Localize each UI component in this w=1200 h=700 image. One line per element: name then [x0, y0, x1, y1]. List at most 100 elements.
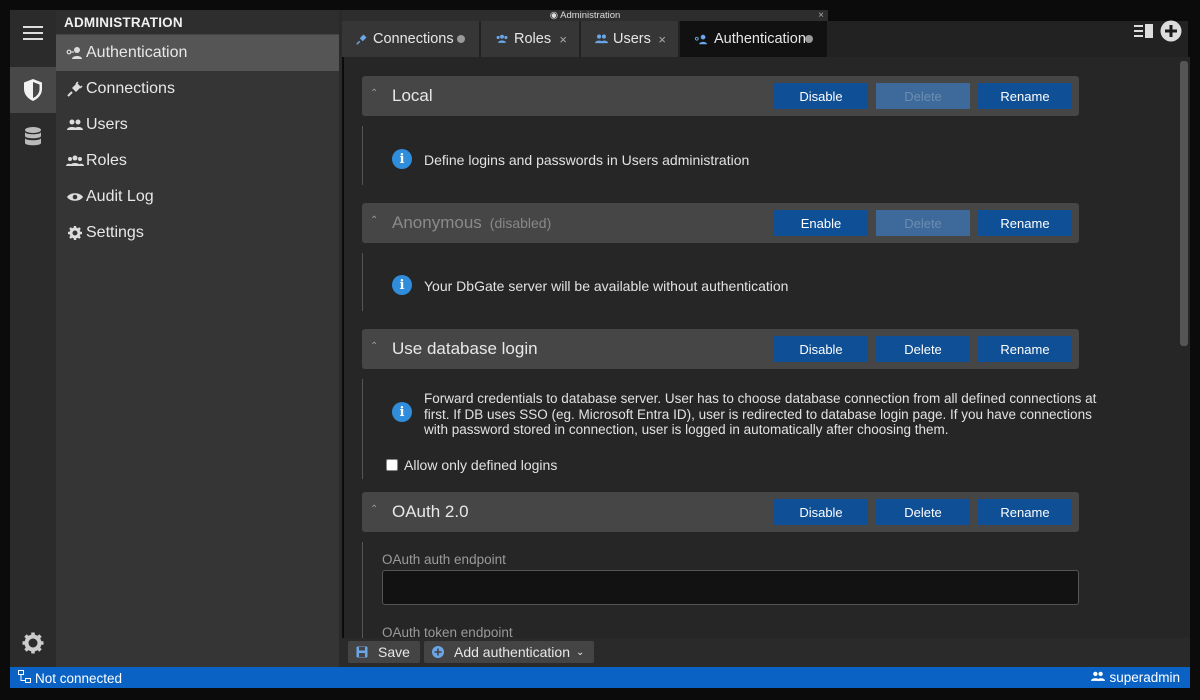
sidebar-item-label: Roles [86, 152, 127, 169]
eye-icon [66, 192, 84, 202]
tab-roles[interactable]: Roles × [481, 21, 580, 57]
section-name: Use database login [392, 339, 538, 358]
collapse-chevron-icon[interactable]: ⌃ [370, 215, 378, 226]
sidebar-item-label: Authentication [86, 44, 188, 61]
sidebar-item-users[interactable]: Users [56, 107, 339, 143]
rename-button[interactable]: Rename [978, 499, 1072, 525]
sidebar-item-label: Connections [86, 80, 175, 97]
tab-label: Roles [514, 31, 552, 47]
menu-icon[interactable] [10, 10, 56, 56]
section-oauth-body [362, 542, 363, 638]
connection-status[interactable]: Not connected [18, 670, 122, 686]
shield-icon[interactable] [10, 67, 56, 113]
section-dblogin-header[interactable]: ⌃ Use database login Disable Delete Rena… [362, 329, 1079, 369]
delete-button[interactable]: Delete [876, 499, 970, 525]
collapse-chevron-icon[interactable]: ⌃ [370, 504, 378, 515]
add-authentication-label: Add authentication [454, 644, 570, 660]
info-icon: i [392, 149, 412, 169]
tab-group-label: Administration [560, 10, 621, 21]
authentication-panel: ⌃ Local Disable Delete Rename i Define l… [344, 57, 1190, 638]
section-name: Anonymous (disabled) [392, 213, 551, 233]
info-text: Forward credentials to database server. … [424, 391, 1096, 438]
users-icon [66, 119, 84, 131]
database-icon[interactable] [10, 114, 56, 160]
close-icon[interactable]: × [559, 32, 567, 47]
allow-defined-logins-checkbox[interactable]: Allow only defined logins [386, 457, 557, 473]
close-icon[interactable]: × [818, 10, 824, 21]
tab-users[interactable]: Users × [581, 21, 679, 57]
add-authentication-button[interactable]: Add authentication ⌄ [424, 641, 595, 663]
section-name: Local [392, 86, 433, 105]
rename-button[interactable]: Rename [978, 336, 1072, 362]
current-user-name: superadmin [1109, 670, 1180, 685]
users-icon [595, 34, 608, 44]
info-text: Define logins and passwords in Users adm… [424, 152, 750, 168]
disable-button[interactable]: Disable [774, 499, 868, 525]
info-line: with password stored in connection, user… [424, 422, 949, 437]
sidebar-item-roles[interactable]: Roles [56, 143, 339, 179]
sidebar-item-audit-log[interactable]: Audit Log [56, 179, 339, 215]
save-button[interactable]: Save [348, 641, 420, 663]
delete-button: Delete [876, 210, 970, 236]
save-label: Save [378, 644, 410, 660]
info-text: Your DbGate server will be available wit… [424, 278, 789, 294]
plug-icon [66, 81, 84, 97]
oauth-auth-endpoint-label: OAuth auth endpoint [382, 552, 506, 567]
sidebar-item-label: Settings [86, 224, 144, 241]
sidebar-item-authentication[interactable]: Authentication [56, 35, 339, 71]
bottom-toolbar: Save Add authentication ⌄ [342, 638, 1190, 667]
unsaved-dot-icon [457, 35, 465, 43]
delete-button[interactable]: Delete [876, 336, 970, 362]
dblogin-info: i Forward credentials to database server… [392, 391, 1096, 438]
tab-bar: Connections Roles × Users × Authenticati… [342, 21, 1188, 57]
user-key-icon [694, 34, 709, 45]
top-right-toolbar [1134, 20, 1182, 45]
users-icon [1091, 670, 1106, 685]
network-icon [18, 670, 31, 686]
gear-icon [66, 226, 84, 240]
section-name-text: Anonymous [392, 213, 482, 232]
roles-icon [495, 34, 509, 44]
sidebar: ADMINISTRATION Authentication Connection… [56, 10, 342, 667]
tab-connections[interactable]: Connections [342, 21, 480, 57]
tab-authentication[interactable]: Authentication [680, 21, 828, 57]
oauth-auth-endpoint-input[interactable] [382, 570, 1079, 605]
section-local-body [362, 126, 363, 185]
sidebar-item-label: Users [86, 116, 128, 133]
close-icon[interactable]: × [658, 32, 666, 47]
anonymous-info: i Your DbGate server will be available w… [392, 275, 788, 295]
disable-button[interactable]: Disable [774, 83, 868, 109]
section-anonymous-header[interactable]: ⌃ Anonymous (disabled) Enable Delete Rena… [362, 203, 1079, 243]
local-info: i Define logins and passwords in Users a… [392, 149, 749, 169]
section-oauth-header[interactable]: ⌃ OAuth 2.0 Disable Delete Rename [362, 492, 1079, 532]
current-user[interactable]: superadmin [1091, 670, 1180, 685]
checkbox-label: Allow only defined logins [404, 457, 558, 473]
globe-icon: ◉ [549, 10, 558, 21]
rename-button[interactable]: Rename [978, 210, 1072, 236]
sidebar-item-connections[interactable]: Connections [56, 71, 339, 107]
checkbox[interactable] [386, 459, 398, 471]
section-dblogin-body [362, 379, 363, 479]
collapse-chevron-icon[interactable]: ⌃ [370, 341, 378, 352]
oauth-token-endpoint-label: OAuth token endpoint [382, 625, 513, 638]
tab-label: Authentication [714, 31, 806, 47]
tab-label: Connections [373, 31, 454, 47]
add-circle-icon[interactable] [1160, 20, 1182, 45]
section-local-header[interactable]: ⌃ Local Disable Delete Rename [362, 76, 1079, 116]
collapse-chevron-icon[interactable]: ⌃ [370, 88, 378, 99]
sidebar-header: ADMINISTRATION [56, 10, 339, 35]
add-circle-icon [432, 646, 444, 658]
settings-gear-icon[interactable] [10, 620, 56, 666]
info-line: Forward credentials to database server. … [424, 391, 1097, 406]
sidebar-item-settings[interactable]: Settings [56, 215, 339, 251]
split-view-icon[interactable] [1134, 23, 1154, 42]
enable-button[interactable]: Enable [774, 210, 868, 236]
tab-group-title: ◉ Administration × [342, 10, 828, 21]
disable-button[interactable]: Disable [774, 336, 868, 362]
scrollbar[interactable] [1180, 61, 1188, 346]
info-line: first. If DB uses SSO (eg. Microsoft Ent… [424, 406, 1092, 422]
rename-button[interactable]: Rename [978, 83, 1072, 109]
plug-icon [356, 33, 368, 45]
unsaved-dot-icon [805, 35, 813, 43]
user-key-icon [66, 46, 84, 60]
